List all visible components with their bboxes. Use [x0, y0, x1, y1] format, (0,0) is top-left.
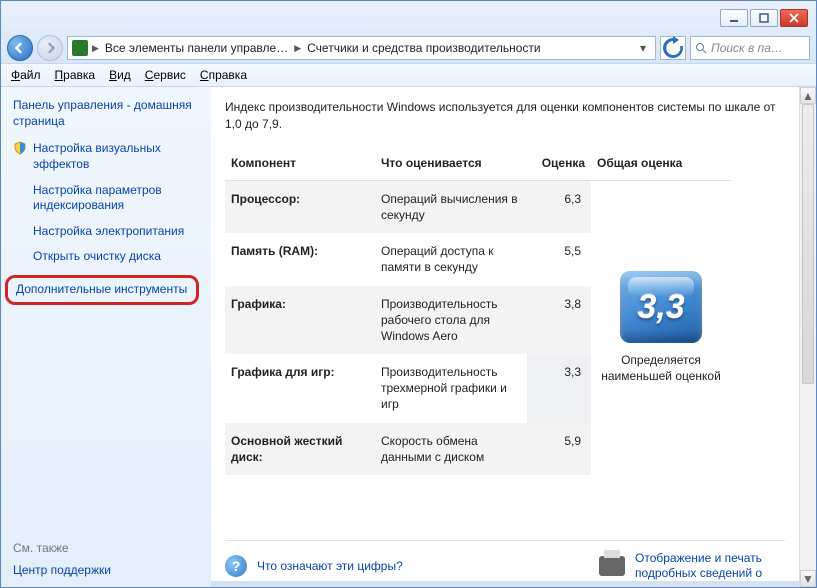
menu-help[interactable]: Справка — [200, 68, 247, 82]
sidebar: Панель управления - домашняя страница На… — [1, 87, 211, 587]
sidebar-links: Настройка визуальных эффектов Настройка … — [13, 141, 199, 304]
breadcrumb-cp[interactable]: Все элементы панели управле… — [99, 41, 294, 55]
nav-row: ▶ Все элементы панели управле… ▶ Счетчик… — [7, 33, 810, 63]
close-button[interactable] — [780, 9, 808, 27]
window: ▶ Все элементы панели управле… ▶ Счетчик… — [0, 0, 817, 588]
main-panel: Индекс производительности Windows исполь… — [211, 87, 799, 587]
search-placeholder: Поиск в па… — [711, 41, 783, 55]
see-also-heading: См. также — [13, 541, 199, 555]
menu-tools[interactable]: Сервис — [145, 68, 186, 82]
sidebar-item-power[interactable]: Настройка электропитания — [13, 224, 199, 240]
scrollbar[interactable]: ▲ ▼ — [799, 87, 816, 587]
sidebar-item-advanced[interactable]: Дополнительные инструменты — [5, 275, 199, 305]
sidebar-item-label: Настройка визуальных эффектов — [33, 141, 199, 172]
sidebar-item-label: Настройка параметров индексирования — [33, 183, 199, 214]
breadcrumb-sep: ▶ — [92, 43, 99, 54]
th-component: Компонент — [225, 150, 375, 181]
base-score-col: 3,3 Определяется наименьшей оценкой — [591, 181, 731, 475]
row-hdd-what: Скорость обмена данными с диском — [375, 423, 527, 475]
printer-icon — [599, 556, 625, 576]
menubar: Файл Правка Вид Сервис Справка — [1, 63, 816, 87]
th-what: Что оценивается — [375, 150, 527, 181]
row-cpu-score: 6,3 — [527, 181, 591, 233]
content: Панель управления - домашняя страница На… — [1, 87, 816, 587]
row-cpu-label: Процессор: — [225, 181, 375, 233]
search-box[interactable]: Поиск в па… — [690, 36, 810, 60]
th-score: Оценка — [527, 150, 591, 181]
link-print-details[interactable]: Отображение и печать подробных сведений … — [635, 551, 785, 581]
address-dropdown[interactable]: ▾ — [635, 41, 651, 55]
sidebar-item-label: Открыть очистку диска — [33, 249, 161, 265]
refresh-button[interactable] — [660, 36, 686, 60]
scroll-track[interactable] — [800, 104, 816, 570]
scroll-thumb[interactable] — [802, 104, 814, 384]
row-ram-label: Память (RAM): — [225, 233, 375, 285]
scroll-down-button[interactable]: ▼ — [800, 570, 816, 587]
minimize-button[interactable] — [720, 9, 748, 27]
scroll-up-button[interactable]: ▲ — [800, 87, 816, 104]
window-chrome: ▶ Все элементы панели управле… ▶ Счетчик… — [1, 1, 816, 63]
forward-button[interactable] — [37, 35, 63, 61]
row-graphics-label: Графика: — [225, 286, 375, 355]
base-score-badge: 3,3 — [620, 271, 702, 343]
row-cpu-what: Операций вычисления в секунду — [375, 181, 527, 233]
row-graphics-score: 3,8 — [527, 286, 591, 355]
row-ram-what: Операций доступа к памяти в секунду — [375, 233, 527, 285]
row-gaming-what: Производительность трехмерной графики и … — [375, 354, 527, 423]
search-icon — [695, 42, 707, 54]
intro-text: Индекс производительности Windows исполь… — [225, 99, 785, 134]
sidebar-item-label: Настройка электропитания — [33, 224, 184, 240]
back-button[interactable] — [7, 35, 33, 61]
address-bar[interactable]: ▶ Все элементы панели управле… ▶ Счетчик… — [67, 36, 656, 60]
row-hdd-score: 5,9 — [527, 423, 591, 475]
th-base: Общая оценка — [591, 150, 731, 181]
sidebar-item-indexing[interactable]: Настройка параметров индексирования — [13, 183, 199, 214]
footer-links: ? Что означают эти цифры? Отображение и … — [225, 540, 785, 587]
breadcrumb-page[interactable]: Счетчики и средства производительности — [301, 41, 546, 55]
menu-file[interactable]: Файл — [11, 68, 41, 82]
row-hdd-label: Основной жесткий диск: — [225, 423, 375, 475]
breadcrumb-sep: ▶ — [294, 43, 301, 54]
row-graphics-what: Производительность рабочего стола для Wi… — [375, 286, 527, 355]
titlebar — [7, 7, 810, 29]
sidebar-item-diskcleanup[interactable]: Открыть очистку диска — [13, 249, 199, 265]
row-gaming-label: Графика для игр: — [225, 354, 375, 423]
menu-view[interactable]: Вид — [109, 68, 131, 82]
sidebar-support-link[interactable]: Центр поддержки — [13, 563, 199, 577]
row-gaming-score: 3,3 — [527, 354, 591, 423]
menu-edit[interactable]: Правка — [55, 68, 96, 82]
sidebar-home-link[interactable]: Панель управления - домашняя страница — [13, 97, 199, 129]
base-score-caption: Определяется наименьшей оценкой — [595, 353, 727, 384]
sidebar-item-label: Дополнительные инструменты — [16, 282, 187, 298]
shield-icon — [13, 141, 27, 155]
help-icon: ? — [225, 555, 247, 577]
link-what-numbers[interactable]: Что означают эти цифры? — [257, 559, 403, 574]
row-ram-score: 5,5 — [527, 233, 591, 285]
control-panel-icon — [72, 40, 88, 56]
maximize-button[interactable] — [750, 9, 778, 27]
sidebar-item-visual[interactable]: Настройка визуальных эффектов — [13, 141, 199, 172]
scores-table: Компонент Что оценивается Оценка Общая о… — [225, 150, 785, 475]
